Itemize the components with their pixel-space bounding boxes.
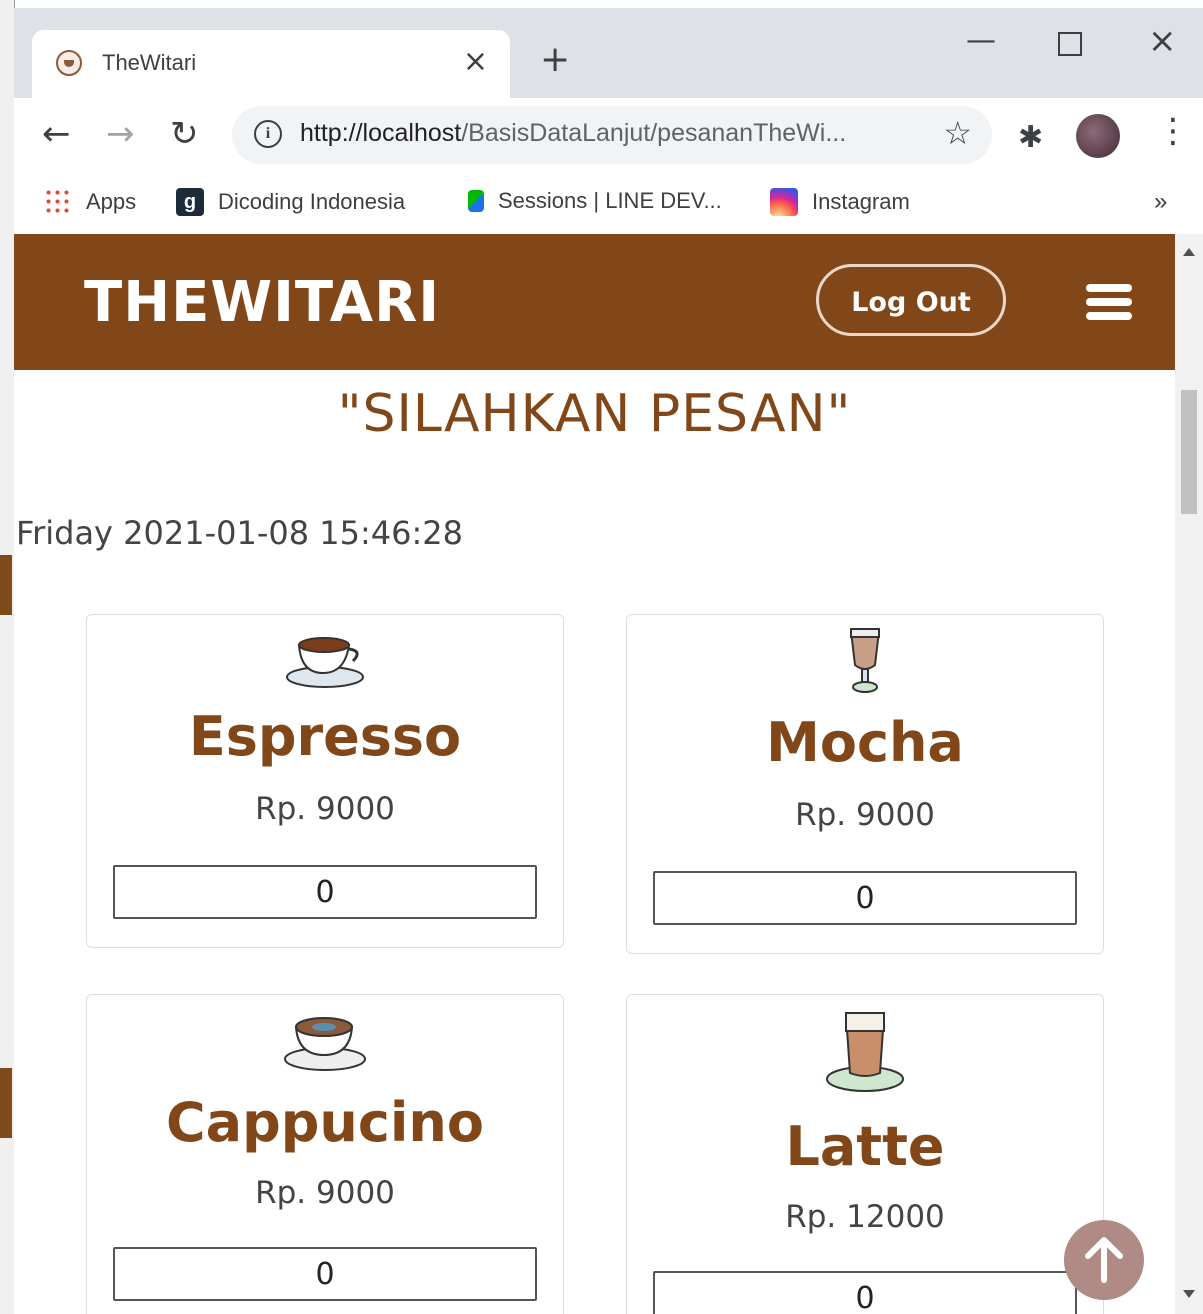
maximize-icon[interactable] (1058, 32, 1082, 56)
page-viewport: THEWITARI Log Out "SILAHKAN PESAN" Frida… (14, 234, 1203, 1314)
logout-button[interactable]: Log Out (816, 264, 1006, 336)
page-scrollbar[interactable] (1175, 234, 1203, 1314)
title-bar: TheWitari × + — × (14, 8, 1203, 100)
bookmark-label: Instagram (812, 189, 910, 214)
bookmark-label: Apps (86, 189, 137, 214)
forward-arrow-icon[interactable]: → (106, 116, 135, 152)
page-title: "SILAHKAN PESAN" (337, 384, 852, 444)
item-name: Cappucino (166, 1091, 484, 1154)
bookmarks-bar: Apps g Dicoding Indonesia Sessions | LIN… (14, 176, 1203, 235)
url-host: http://localhost (300, 119, 462, 147)
scrollbar-thumb[interactable] (1181, 390, 1197, 514)
extensions-puzzle-icon[interactable]: ✱ (1018, 120, 1043, 155)
quantity-input[interactable] (113, 865, 537, 919)
espresso-cup-icon (286, 637, 364, 688)
scroll-down-icon[interactable] (1183, 1290, 1195, 1298)
mocha-glass-icon (849, 628, 881, 693)
quantity-input[interactable] (653, 1271, 1077, 1314)
item-price: Rp. 9000 (795, 797, 935, 833)
apps-grid-icon (44, 188, 72, 216)
menu-card-espresso: Espresso Rp. 9000 (86, 614, 564, 948)
address-bar[interactable]: i http://localhost/BasisDataLanjut/pesan… (232, 106, 992, 164)
hamburger-menu-icon[interactable] (1086, 284, 1132, 320)
site-navbar: THEWITARI Log Out (14, 234, 1175, 370)
item-price: Rp. 9000 (255, 791, 395, 827)
bookmark-dicoding[interactable]: g Dicoding Indonesia (176, 188, 405, 216)
background-window-fragment (0, 555, 12, 615)
site-brand[interactable]: THEWITARI (84, 270, 440, 335)
bookmark-apps[interactable]: Apps (44, 188, 136, 216)
item-price: Rp. 12000 (785, 1199, 945, 1235)
line-dev-icon (468, 190, 484, 212)
menu-card-mocha: Mocha Rp. 9000 (626, 614, 1104, 954)
close-window-icon[interactable]: × (1148, 24, 1177, 58)
bookmark-line-dev[interactable]: Sessions | LINE DEV... (468, 188, 722, 214)
quantity-input[interactable] (113, 1247, 537, 1301)
url-text[interactable]: http://localhost/BasisDataLanjut/pesanan… (300, 119, 846, 148)
background-window-fragment (0, 1068, 12, 1138)
menu-card-latte: Latte Rp. 12000 (626, 994, 1104, 1314)
tab-title: TheWitari (102, 50, 197, 75)
menu-card-cappucino: Cappucino Rp. 9000 (86, 994, 564, 1314)
bookmark-label: Dicoding Indonesia (218, 189, 406, 214)
new-tab-icon[interactable]: + (540, 42, 570, 78)
browser-window: TheWitari × + — × ← → ↻ i http://localho… (14, 8, 1203, 1314)
bookmark-instagram[interactable]: Instagram (770, 188, 910, 216)
item-name: Latte (785, 1115, 945, 1178)
close-tab-icon[interactable]: × (463, 44, 488, 79)
quantity-input[interactable] (653, 871, 1077, 925)
latte-glass-icon (826, 1012, 904, 1092)
back-arrow-icon[interactable]: ← (42, 116, 71, 152)
item-name: Espresso (188, 705, 462, 768)
cappuccino-cup-icon (284, 1017, 366, 1071)
bookmark-star-icon[interactable]: ☆ (943, 114, 972, 152)
bookmark-label: Sessions | LINE DEV... (498, 188, 722, 213)
current-datetime: Friday 2021-01-08 15:46:28 (16, 514, 464, 552)
site-favicon-icon (56, 50, 82, 76)
url-path: /BasisDataLanjut/pesananTheWi... (461, 119, 847, 147)
background-window-edge (0, 0, 15, 1314)
reload-icon[interactable]: ↻ (170, 116, 199, 152)
browser-tab[interactable]: TheWitari × (32, 30, 510, 100)
browser-toolbar: ← → ↻ i http://localhost/BasisDataLanjut… (14, 98, 1203, 176)
instagram-icon (770, 188, 798, 216)
item-name: Mocha (766, 711, 964, 774)
arrow-up-icon (1085, 1237, 1123, 1283)
minimize-icon[interactable]: — (966, 26, 996, 56)
dicoding-icon: g (176, 188, 204, 216)
profile-avatar[interactable] (1076, 114, 1120, 158)
scroll-to-top-button[interactable] (1064, 1220, 1144, 1300)
more-bookmarks-icon[interactable]: » (1154, 188, 1167, 216)
scroll-up-icon[interactable] (1183, 248, 1195, 256)
browser-menu-icon[interactable]: ⋮ (1156, 114, 1190, 148)
site-info-icon[interactable]: i (254, 120, 282, 148)
item-price: Rp. 9000 (255, 1175, 395, 1211)
